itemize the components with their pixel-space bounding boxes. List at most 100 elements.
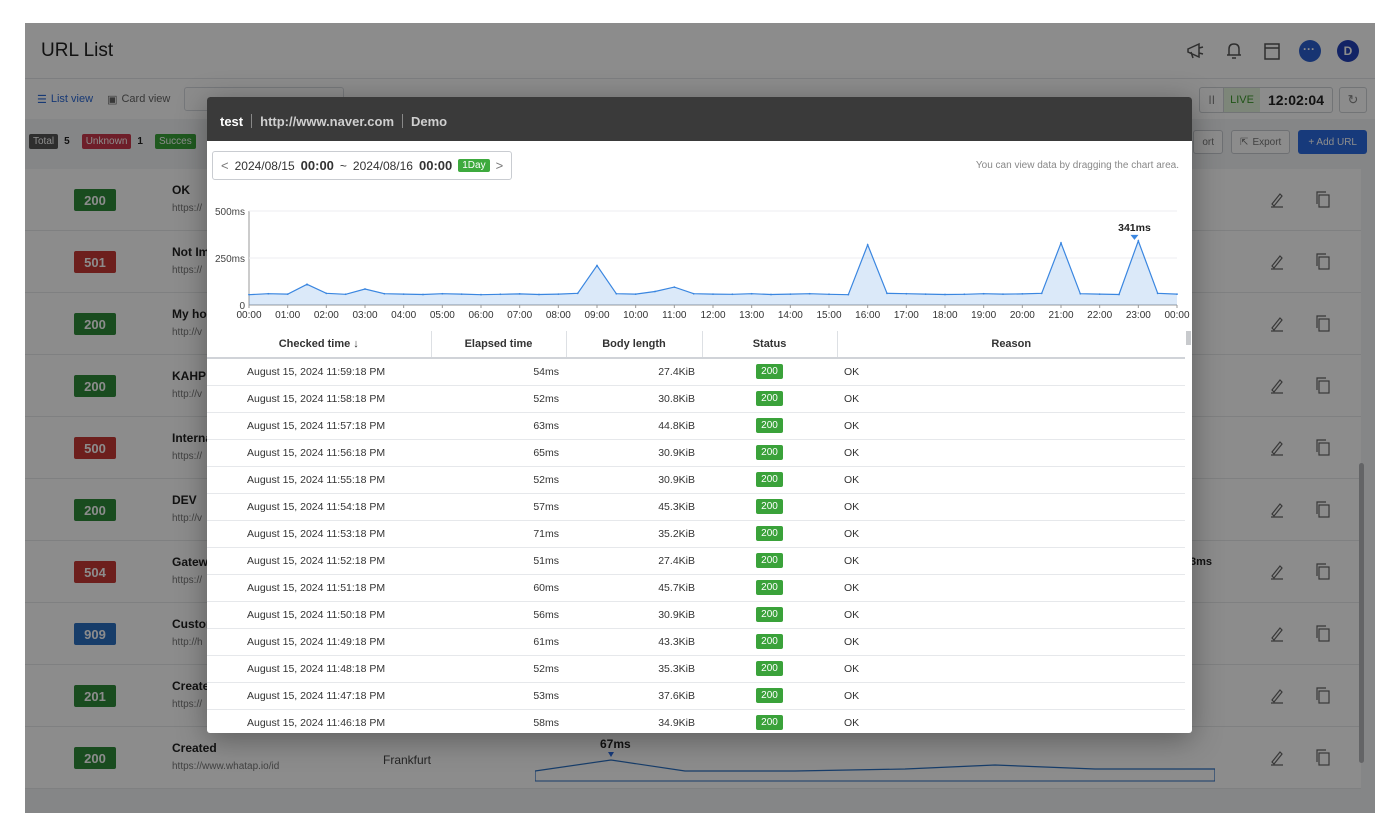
data-point bbox=[422, 293, 424, 296]
cell-status: 200 bbox=[702, 628, 837, 656]
x-tick-label: 20:00 bbox=[1010, 310, 1035, 321]
date-range-picker[interactable]: < 2024/08/15 00:00 ~ 2024/08/16 00:00 1D… bbox=[212, 151, 513, 180]
table-row[interactable]: August 15, 2024 11:49:18 PM 61ms 43.3KiB… bbox=[207, 628, 1185, 656]
table-row[interactable]: August 15, 2024 11:58:18 PM 52ms 30.8KiB… bbox=[207, 385, 1185, 413]
col-status[interactable]: Status bbox=[702, 331, 838, 359]
cell-status: 200 bbox=[702, 520, 837, 548]
table-row[interactable]: August 15, 2024 11:51:18 PM 60ms 45.7KiB… bbox=[207, 574, 1185, 602]
cell-body-length: 43.3KiB bbox=[566, 628, 702, 656]
cell-status: 200 bbox=[702, 601, 837, 629]
table-row[interactable]: August 15, 2024 11:48:18 PM 52ms 35.3KiB… bbox=[207, 655, 1185, 683]
cell-elapsed-time: 52ms bbox=[431, 655, 566, 683]
cell-elapsed-time: 58ms bbox=[431, 709, 566, 733]
cell-elapsed-time: 52ms bbox=[431, 466, 566, 494]
data-point bbox=[1079, 292, 1082, 295]
cell-elapsed-time: 53ms bbox=[431, 682, 566, 710]
x-tick-label: 08:00 bbox=[546, 310, 571, 321]
data-point bbox=[325, 292, 328, 295]
cell-body-length: 44.8KiB bbox=[566, 412, 702, 440]
col-checked-time[interactable]: Checked time ↓ bbox=[207, 331, 432, 359]
status-badge: 200 bbox=[756, 499, 783, 514]
data-point bbox=[789, 293, 792, 295]
table-row[interactable]: August 15, 2024 11:56:18 PM 65ms 30.9KiB… bbox=[207, 439, 1185, 467]
col-reason[interactable]: Reason bbox=[837, 331, 1185, 359]
next-period-icon[interactable]: > bbox=[496, 158, 504, 173]
table-row[interactable]: August 15, 2024 11:52:18 PM 51ms 27.4KiB… bbox=[207, 547, 1185, 575]
range-end-time: 00:00 bbox=[418, 158, 453, 173]
cell-status: 200 bbox=[702, 439, 837, 467]
data-point bbox=[963, 293, 966, 296]
table-row[interactable]: August 15, 2024 11:57:18 PM 63ms 44.8KiB… bbox=[207, 412, 1185, 440]
cell-checked-time: August 15, 2024 11:59:18 PM bbox=[207, 358, 431, 386]
data-point bbox=[1118, 293, 1120, 296]
status-badge: 200 bbox=[756, 580, 783, 595]
cell-status: 200 bbox=[702, 358, 837, 386]
x-tick-label: 21:00 bbox=[1048, 310, 1073, 321]
table-scrollbar[interactable] bbox=[1186, 331, 1191, 345]
cell-reason: OK bbox=[837, 628, 1185, 656]
cell-reason: OK bbox=[837, 655, 1185, 683]
x-tick-label: 17:00 bbox=[894, 310, 919, 321]
x-tick-label: 18:00 bbox=[932, 310, 957, 321]
cell-status: 200 bbox=[702, 682, 837, 710]
data-point bbox=[248, 293, 250, 296]
data-point bbox=[267, 292, 270, 295]
data-point bbox=[615, 292, 618, 295]
data-point bbox=[1137, 239, 1140, 242]
data-point bbox=[286, 293, 289, 295]
x-tick-label: 16:00 bbox=[855, 310, 880, 321]
table-row[interactable]: August 15, 2024 11:55:18 PM 52ms 30.9KiB… bbox=[207, 466, 1185, 494]
modal-url-address: http://www.naver.com bbox=[260, 113, 394, 129]
cell-checked-time: August 15, 2024 11:46:18 PM bbox=[207, 709, 431, 733]
cell-reason: OK bbox=[837, 493, 1185, 521]
x-tick-label: 01:00 bbox=[275, 310, 300, 321]
response-time-chart[interactable]: 500ms250ms000:00 01:00 02:00 03:00 04:00 05:0… bbox=[207, 199, 1192, 327]
table-row[interactable]: August 15, 2024 11:46:18 PM 58ms 34.9KiB… bbox=[207, 709, 1185, 733]
col-elapsed-time[interactable]: Elapsed time bbox=[431, 331, 567, 359]
cell-checked-time: August 15, 2024 11:47:18 PM bbox=[207, 682, 431, 710]
data-point bbox=[1040, 292, 1043, 295]
cell-elapsed-time: 56ms bbox=[431, 601, 566, 629]
data-point bbox=[538, 293, 540, 296]
data-point bbox=[518, 293, 521, 295]
cell-status: 200 bbox=[702, 574, 837, 602]
cell-reason: OK bbox=[837, 412, 1185, 440]
table-row[interactable]: August 15, 2024 11:59:18 PM 54ms 27.4KiB… bbox=[207, 358, 1185, 386]
x-tick-label: 00:00 bbox=[1164, 310, 1189, 321]
cell-body-length: 27.4KiB bbox=[566, 547, 702, 575]
cell-status: 200 bbox=[702, 493, 837, 521]
cell-elapsed-time: 65ms bbox=[431, 439, 566, 467]
cell-reason: OK bbox=[837, 709, 1185, 733]
x-tick-label: 15:00 bbox=[816, 310, 841, 321]
cell-elapsed-time: 63ms bbox=[431, 412, 566, 440]
table-row[interactable]: August 15, 2024 11:53:18 PM 71ms 35.2KiB… bbox=[207, 520, 1185, 548]
col-body-length[interactable]: Body length bbox=[566, 331, 703, 359]
y-tick-label: 250ms bbox=[215, 254, 245, 265]
cell-body-length: 45.3KiB bbox=[566, 493, 702, 521]
cell-body-length: 30.9KiB bbox=[566, 601, 702, 629]
data-point bbox=[1156, 292, 1159, 295]
modal-url-tag: Demo bbox=[411, 113, 448, 129]
status-badge: 200 bbox=[756, 553, 783, 568]
status-badge: 200 bbox=[756, 688, 783, 703]
data-point bbox=[1021, 293, 1024, 295]
cell-body-length: 30.9KiB bbox=[566, 439, 702, 467]
data-point bbox=[673, 286, 676, 289]
data-point bbox=[731, 293, 734, 296]
status-badge: 200 bbox=[756, 418, 783, 433]
modal-url-name: test bbox=[220, 113, 244, 129]
data-point bbox=[828, 293, 830, 296]
x-tick-label: 19:00 bbox=[971, 310, 996, 321]
table-row[interactable]: August 15, 2024 11:54:18 PM 57ms 45.3KiB… bbox=[207, 493, 1185, 521]
range-start-date: 2024/08/15 bbox=[234, 158, 295, 173]
status-badge: 200 bbox=[756, 715, 783, 730]
x-tick-label: 05:00 bbox=[430, 310, 455, 321]
table-row[interactable]: August 15, 2024 11:50:18 PM 56ms 30.9KiB… bbox=[207, 601, 1185, 629]
cell-elapsed-time: 61ms bbox=[431, 628, 566, 656]
data-point bbox=[924, 293, 927, 295]
cell-body-length: 30.9KiB bbox=[566, 466, 702, 494]
status-badge: 200 bbox=[756, 391, 783, 406]
table-row[interactable]: August 15, 2024 11:47:18 PM 53ms 37.6KiB… bbox=[207, 682, 1185, 710]
prev-period-icon[interactable]: < bbox=[221, 158, 229, 173]
cell-body-length: 45.7KiB bbox=[566, 574, 702, 602]
